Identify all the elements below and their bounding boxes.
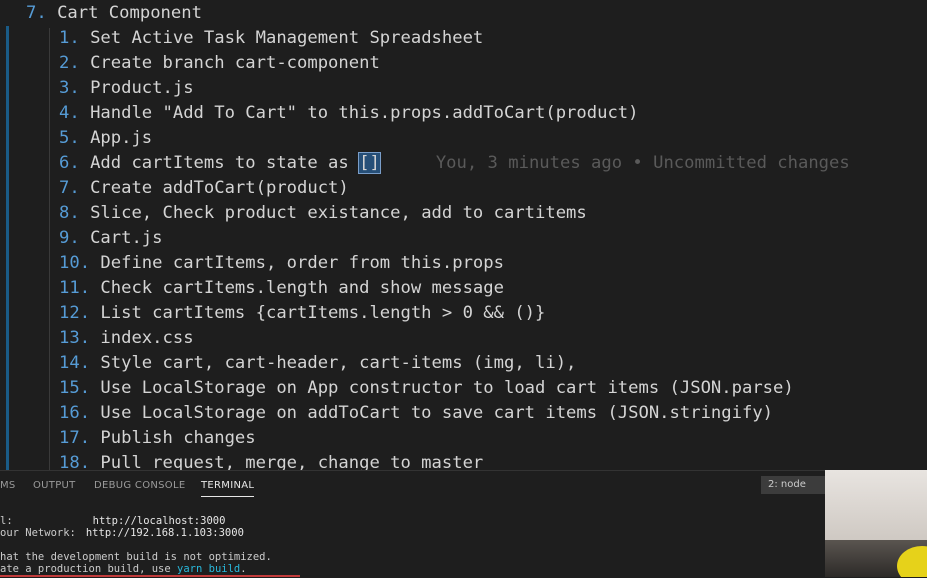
line-text: Style cart, cart-header, cart-items (img… [100,353,577,373]
list-number: 13. [59,328,91,348]
editor-line-heading[interactable]: 7. Cart Component [26,1,202,26]
editor-line-item[interactable]: 13. index.css [59,326,194,351]
editor-line-item[interactable]: 14. Style cart, cart-header, cart-items … [59,351,576,376]
list-number: 7. [26,3,47,23]
list-number: 1. [59,28,80,48]
editor-line-item[interactable]: 2. Create branch cart-component [59,51,380,76]
editor-line-item[interactable]: 17. Publish changes [59,426,256,451]
list-number: 5. [59,128,80,148]
terminal-line: hat the development build is not optimiz… [0,551,272,563]
editor-line-item[interactable]: 7. Create addToCart(product) [59,176,349,201]
list-number: 14. [59,353,91,373]
line-text: Slice, Check product existance, add to c… [90,203,587,223]
line-text: Publish changes [100,428,256,448]
editor-line-item[interactable]: 3. Product.js [59,76,194,101]
line-text: Use LocalStorage on App constructor to l… [100,378,794,398]
terminal-output[interactable]: l: http://localhost:3000 our Network: http… [0,515,272,575]
line-text: Use LocalStorage on addToCart to save ca… [100,403,774,423]
selected-text: [] [358,152,381,174]
line-text: Pull request, merge, change to master [100,453,484,470]
terminal-line: our Network: http://192.168.1.103:3000 [0,527,244,539]
editor-line-item[interactable]: 12. List cartItems {cartItems.length > 0… [59,301,545,326]
bottom-panel: MS OUTPUT DEBUG CONSOLE TERMINAL 2: node… [0,470,927,578]
line-text: App.js [90,128,153,148]
line-text: index.css [100,328,194,348]
list-number: 9. [59,228,80,248]
list-number: 7. [59,178,80,198]
terminal-select[interactable]: 2: node [761,476,825,494]
list-number: 2. [59,53,80,73]
tab-problems[interactable]: MS [0,480,16,491]
code-editor[interactable]: 7. Cart Component 1. Set Active Task Man… [0,0,927,470]
line-text: Cart Component [57,3,202,23]
line-text: Handle "Add To Cart" to this.props.addTo… [90,103,639,123]
list-number: 4. [59,103,80,123]
list-number: 18. [59,453,91,470]
line-text: List cartItems {cartItems.length > 0 && … [100,303,546,323]
webcam-overlay [825,470,927,577]
line-text: Check cartItems.length and show message [100,278,504,298]
git-change-indicator [6,26,9,470]
list-number: 12. [59,303,91,323]
yarn-build-command: yarn build [177,563,241,575]
editor-line-item[interactable]: 18. Pull request, merge, change to maste… [59,451,483,470]
editor-line-item[interactable]: 6. Add cartItems to state as [] You, 3 mi… [59,151,850,176]
editor-line-item[interactable]: 15. Use LocalStorage on App constructor … [59,376,794,401]
webcam-background [825,470,927,540]
line-text: Define cartItems, order from this.props [100,253,504,273]
line-text: Add cartItems to state as [90,153,360,173]
list-number: 15. [59,378,91,398]
list-number: 10. [59,253,91,273]
terminal-line: ate a production build, use yarn build. [0,563,247,575]
editor-line-item[interactable]: 4. Handle "Add To Cart" to this.props.ad… [59,101,639,126]
editor-line-item[interactable]: 10. Define cartItems, order from this.pr… [59,251,504,276]
indent-guide [49,28,50,470]
terminal-line: l: http://localhost:3000 [0,515,226,527]
tab-output[interactable]: OUTPUT [33,480,76,491]
line-text: Create branch cart-component [90,53,380,73]
editor-line-item[interactable]: 11. Check cartItems.length and show mess… [59,276,504,301]
tab-debug-console[interactable]: DEBUG CONSOLE [94,480,185,491]
editor-line-item[interactable]: 1. Set Active Task Management Spreadshee… [59,26,483,51]
list-number: 11. [59,278,91,298]
editor-line-item[interactable]: 8. Slice, Check product existance, add t… [59,201,587,226]
line-text: Cart.js [90,228,163,248]
line-text: Create addToCart(product) [90,178,349,198]
editor-line-item[interactable]: 16. Use LocalStorage on addToCart to sav… [59,401,773,426]
line-text: Product.js [90,78,194,98]
tab-terminal[interactable]: TERMINAL [201,480,255,497]
list-number: 8. [59,203,80,223]
local-url: http://localhost:3000 [92,515,226,527]
git-blame-annotation: You, 3 minutes ago • Uncommitted changes [435,153,850,173]
editor-line-item[interactable]: 5. App.js [59,126,152,151]
panel-tabs: MS OUTPUT DEBUG CONSOLE TERMINAL [0,471,800,501]
editor-line-item[interactable]: 9. Cart.js [59,226,163,251]
list-number: 16. [59,403,91,423]
network-url: http://192.168.1.103:3000 [85,527,244,539]
list-number: 17. [59,428,91,448]
list-number: 6. [59,153,80,173]
list-number: 3. [59,78,80,98]
line-text: Set Active Task Management Spreadsheet [90,28,484,48]
